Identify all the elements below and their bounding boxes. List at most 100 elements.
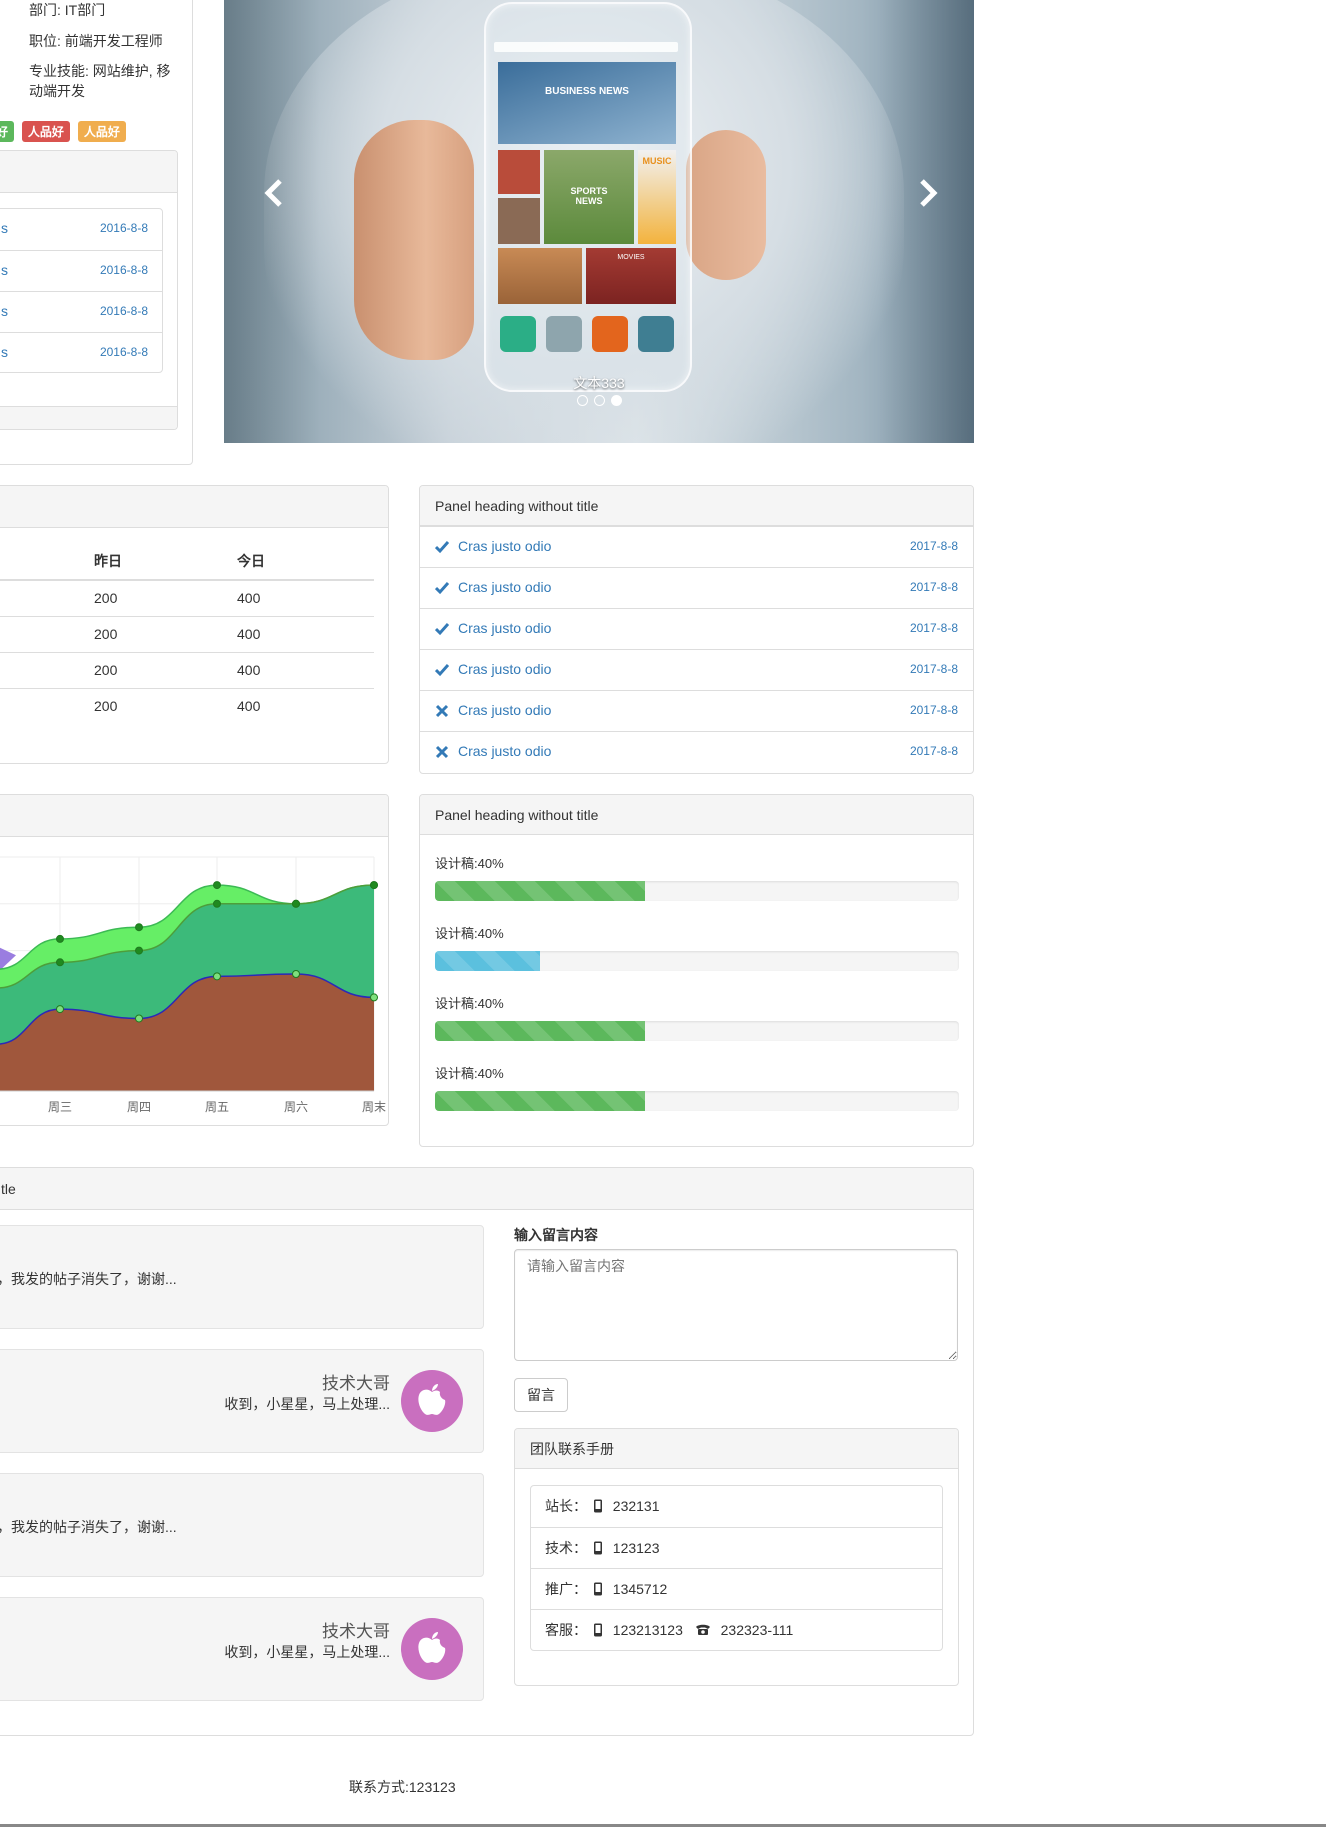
notice-panel: s 2016-8-8 s 2016-8-8 s 2016-8-8 s 2016-… <box>0 150 178 430</box>
stats-table: 昨日 今日 200 400 200 400 200 400 200 400 <box>0 542 374 724</box>
task-text: Cras justo odio <box>458 702 552 718</box>
apple-icon <box>418 1632 446 1663</box>
data-point <box>292 970 300 978</box>
contacts-list: 站长： 232131 技术： 123123 推广： 1345712 客服： 12… <box>530 1485 943 1651</box>
task-item[interactable]: Cras justo odio 2017-8-8 <box>420 731 973 772</box>
message-text: 收到，小星星，马上处理... <box>224 1396 390 1412</box>
table-cell: 400 <box>229 687 374 724</box>
check-icon <box>435 664 449 677</box>
progress-bar <box>435 1091 645 1111</box>
phone-sports-text: SPORTS NEWS <box>570 186 608 206</box>
task-text: Cras justo odio <box>458 538 552 554</box>
data-point <box>213 881 221 890</box>
check-icon <box>435 623 449 636</box>
task-item[interactable]: Cras justo odio 2017-8-8 <box>420 567 973 608</box>
chart-panel-heading <box>0 795 388 837</box>
contact-label: 推广： <box>545 1581 587 1597</box>
mobile-icon <box>593 1582 602 1596</box>
footer-contact: 联系方式:123123 <box>349 1779 456 1795</box>
stats-panel: 昨日 今日 200 400 200 400 200 400 200 400 <box>0 485 389 764</box>
task-panel-heading: Panel heading without title <box>420 486 973 526</box>
submit-message-button[interactable]: 留言 <box>514 1378 568 1412</box>
notice-item[interactable]: s 2016-8-8 <box>0 291 162 333</box>
message-admin: 技术大哥 收到，小星星，马上处理... <box>0 1597 484 1701</box>
task-date: 2017-8-8 <box>909 621 958 635</box>
message-text: 收到，小星星，马上处理... <box>224 1644 390 1660</box>
contact-row: 客服： 123213123 232323-111 <box>531 1609 942 1650</box>
carousel[interactable]: BUSINESS NEWS SPORTS NEWS MUSIC MOVIES 文… <box>224 0 974 443</box>
progress-track <box>435 881 959 901</box>
progress-panel: Panel heading without title 设计稿:40% 设计稿:4… <box>419 794 974 1147</box>
contact-label: 站长： <box>545 1498 587 1514</box>
task-text: Cras justo odio <box>458 579 552 595</box>
data-point <box>56 934 64 943</box>
admin-avatar <box>401 1618 463 1680</box>
x-tick-label: 周末 <box>362 1100 386 1114</box>
table-cell: 200 <box>86 687 229 724</box>
phone-icon <box>695 1624 710 1635</box>
task-item[interactable]: Cras justo odio 2017-8-8 <box>420 608 973 649</box>
task-date: 2017-8-8 <box>909 744 958 758</box>
carousel-indicator-active[interactable] <box>610 395 622 406</box>
task-text: Cras justo odio <box>458 743 552 759</box>
table-cell: 200 <box>86 651 229 688</box>
phone-tile-left-2 <box>498 198 540 244</box>
carousel-indicator[interactable] <box>576 395 588 406</box>
contact-mobile: 123213123 <box>612 1622 683 1638</box>
table-row: 200 400 <box>0 687 374 724</box>
data-point <box>213 899 221 908</box>
data-point <box>370 881 378 890</box>
message-author: 技术大哥 <box>322 1622 390 1641</box>
task-item[interactable]: Cras justo odio 2017-8-8 <box>420 649 973 690</box>
table-cell: 200 <box>86 615 229 652</box>
mobile-icon <box>593 1541 602 1555</box>
stats-panel-heading <box>0 486 388 528</box>
mobile-icon <box>593 1499 602 1513</box>
message-user: ，我发的帖子消失了，谢谢... <box>0 1473 484 1577</box>
progress-label: 设计稿:40% <box>435 856 504 871</box>
progress-bar <box>435 1021 645 1041</box>
close-icon <box>435 704 449 718</box>
notice-list: s 2016-8-8 s 2016-8-8 s 2016-8-8 s 2016-… <box>0 208 163 373</box>
phone-tile-sports: SPORTS NEWS <box>544 150 634 244</box>
notice-item[interactable]: s 2016-8-8 <box>0 209 162 250</box>
progress-label: 设计稿:40% <box>435 996 504 1011</box>
table-header-empty <box>0 542 86 581</box>
carousel-thumb <box>686 130 766 280</box>
phone-app-chat <box>500 316 536 352</box>
task-text: Cras justo odio <box>458 661 552 677</box>
notice-item[interactable]: s 2016-8-8 <box>0 332 162 374</box>
notice-item[interactable]: s 2016-8-8 <box>0 250 162 292</box>
contact-row: 站长： 232131 <box>531 1486 942 1527</box>
message-text: ，我发的帖子消失了，谢谢... <box>0 1271 177 1287</box>
progress-label: 设计稿:40% <box>435 926 504 941</box>
task-item[interactable]: Cras justo odio 2017-8-8 <box>420 690 973 731</box>
check-icon <box>435 582 449 595</box>
x-tick-label: 周三 <box>48 1100 72 1114</box>
task-date: 2017-8-8 <box>909 703 958 717</box>
message-author: 技术大哥 <box>322 1374 390 1393</box>
message-form-label: 输入留言内容 <box>514 1227 598 1243</box>
mobile-icon <box>593 1623 602 1637</box>
task-date: 2017-8-8 <box>909 662 958 676</box>
chevron-left-icon <box>264 179 282 207</box>
contact-row: 推广： 1345712 <box>531 1568 942 1609</box>
contacts-panel: 团队联系手册 站长： 232131 技术： 123123 推广： 1345712… <box>514 1428 959 1686</box>
message-textarea[interactable] <box>514 1249 958 1361</box>
task-item[interactable]: Cras justo odio 2017-8-8 <box>420 526 973 567</box>
contact-mobile: 123123 <box>612 1540 660 1556</box>
notice-date: 2016-8-8 <box>99 263 148 277</box>
phone-tile-business: BUSINESS NEWS <box>498 62 676 144</box>
data-point <box>135 1014 143 1023</box>
contact-mobile: 232131 <box>612 1498 660 1514</box>
contact-row: 技术： 123123 <box>531 1527 942 1568</box>
phone-tile-left-1 <box>498 150 540 194</box>
table-row: 200 400 <box>0 579 374 616</box>
carousel-indicator[interactable] <box>593 395 605 406</box>
phone-tile-music: MUSIC <box>638 150 676 244</box>
notice-date: 2016-8-8 <box>99 304 148 318</box>
progress-bar <box>435 951 540 971</box>
phone-movies-text: MOVIES <box>617 254 645 261</box>
message-admin: 技术大哥 收到，小星星，马上处理... <box>0 1349 484 1453</box>
phone-app-clock <box>592 316 628 352</box>
